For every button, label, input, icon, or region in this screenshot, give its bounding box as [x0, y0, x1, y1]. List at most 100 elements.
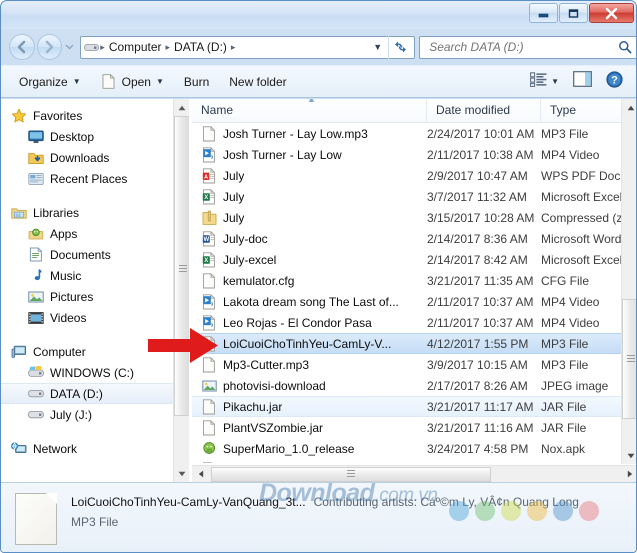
open-button[interactable]: Open ▼	[91, 69, 174, 94]
refresh-icon[interactable]	[388, 35, 412, 59]
close-button[interactable]	[589, 3, 634, 23]
file-list-scrollbar[interactable]	[621, 99, 636, 464]
table-row[interactable]: A July 2/9/2017 10:47 AM WPS PDF Docum	[192, 165, 636, 186]
hscroll-track[interactable]	[209, 466, 621, 483]
table-row[interactable]: PlantVSZombie.jar 3/21/2017 11:16 AM JAR F…	[192, 417, 636, 438]
table-row[interactable]: W July-doc 2/14/2017 8:36 AM Microsoft Word	[192, 228, 636, 249]
downloads-folder-icon	[28, 150, 44, 166]
table-row[interactable]: SuperMario_1.0_release 3/24/2017 4:58 PM N…	[192, 438, 636, 459]
svg-text:W: W	[203, 237, 209, 243]
forward-button[interactable]	[36, 34, 63, 60]
table-row[interactable]: LoiCuoiChoTinhYeu-CamLy-V... 4/12/2017 1:…	[192, 333, 636, 354]
burn-button[interactable]: Burn	[174, 69, 219, 94]
search-input[interactable]	[427, 39, 617, 55]
excel-file-icon: X	[201, 188, 217, 205]
file-name-cell: PlantVSZombie.jar	[192, 419, 427, 436]
sidebar-scroll-down-button[interactable]	[174, 465, 189, 482]
sidebar-item-july-j[interactable]: July (J:)	[1, 404, 189, 425]
column-header-type[interactable]: Type	[541, 99, 631, 122]
sidebar-item-videos[interactable]: Videos	[1, 307, 189, 328]
generic-file-icon	[201, 125, 217, 142]
date-modified-cell: 3/21/2017 11:35 AM	[427, 273, 534, 288]
breadcrumb-data-drive[interactable]: DATA (D:)	[171, 40, 230, 54]
sidebar-item-apps[interactable]: Apps	[1, 223, 189, 244]
maximize-button[interactable]	[559, 3, 588, 23]
file-rows: Josh Turner - Lay Low.mp3 2/24/2017 10:01…	[192, 123, 636, 463]
file-list-horizontal-scrollbar[interactable]	[192, 465, 636, 483]
date-modified-cell: 2/17/2017 8:26 AM	[427, 378, 528, 393]
back-button[interactable]	[9, 34, 35, 60]
new-folder-button[interactable]: New folder	[219, 69, 296, 94]
nav-group-network[interactable]: Network	[1, 438, 189, 459]
hscroll-left-button[interactable]	[192, 466, 209, 483]
nav-group-favorites[interactable]: Favorites	[1, 105, 189, 126]
organize-button[interactable]: Organize ▼	[9, 69, 91, 94]
title-bar	[1, 1, 636, 29]
nav-label: Music	[50, 268, 82, 283]
file-list-pane: Name ▲ Date modified Type Josh Turner - …	[192, 99, 636, 483]
file-scroll-down-button[interactable]	[622, 447, 636, 464]
table-row[interactable]: photovisi-download 2/17/2017 8:26 AM JPEG …	[192, 375, 636, 396]
sidebar-item-data-d[interactable]: DATA (D:)	[1, 383, 189, 404]
file-scroll-up-button[interactable]	[622, 99, 636, 116]
table-row[interactable]: Leo Rojas - El Condor Pasa 2/11/2017 10:3…	[192, 312, 636, 333]
address-bar[interactable]: ▸ Computer ▸ DATA (D:) ▸ ▼	[80, 35, 416, 59]
search-icon[interactable]	[617, 39, 633, 55]
table-row[interactable]: The Beginning - Ryan Arcand (... 2/19/201…	[192, 459, 636, 463]
column-header-date-modified[interactable]: Date modified	[427, 99, 541, 122]
file-name-cell: X July-excel	[192, 251, 427, 268]
svg-text:X: X	[204, 195, 208, 201]
sidebar-item-music[interactable]: Music	[1, 265, 189, 286]
help-button[interactable]: ?	[599, 69, 630, 94]
column-header-name[interactable]: Name ▲	[192, 99, 427, 122]
sidebar-item-recent-places[interactable]: Recent Places	[1, 168, 189, 189]
sidebar-item-pictures[interactable]: Pictures	[1, 286, 189, 307]
table-row[interactable]: Josh Turner - Lay Low 2/11/2017 10:38 AM M…	[192, 144, 636, 165]
details-pane: LoiCuoiChoTinhYeu-CamLy-VanQuang_3t... C…	[1, 482, 636, 552]
minimize-button[interactable]	[529, 3, 558, 23]
file-name-label: SuperMario_1.0_release	[223, 441, 355, 456]
chevron-down-icon[interactable]: ▼	[367, 42, 388, 52]
breadcrumb-computer[interactable]: Computer	[106, 40, 165, 54]
sidebar-scrollbar[interactable]	[173, 99, 189, 482]
sidebar-item-documents[interactable]: Documents	[1, 244, 189, 265]
sidebar-item-desktop[interactable]: Desktop	[1, 126, 189, 147]
hscroll-thumb[interactable]	[211, 466, 491, 482]
table-row[interactable]: X July-excel 2/14/2017 8:42 AM Microsoft Ex…	[192, 249, 636, 270]
sidebar-item-downloads[interactable]: Downloads	[1, 147, 189, 168]
generic-file-icon	[201, 335, 217, 352]
nav-label: WINDOWS (C:)	[50, 365, 134, 380]
table-row[interactable]: Josh Turner - Lay Low.mp3 2/24/2017 10:01…	[192, 123, 636, 144]
navigation-tree: Favorites Desktop Downloads Recent Place…	[1, 99, 189, 459]
hscroll-right-button[interactable]	[621, 466, 636, 483]
drive-icon	[28, 407, 44, 423]
preview-pane-button[interactable]	[566, 69, 599, 94]
change-view-button[interactable]: ▼	[523, 69, 566, 94]
date-modified-cell: 2/14/2017 8:42 AM	[427, 252, 528, 267]
sidebar-scroll-up-button[interactable]	[174, 99, 189, 116]
details-artists-label: Contributing artists:	[313, 495, 417, 509]
nav-group-computer[interactable]: Computer	[1, 341, 189, 362]
sidebar-scroll-thumb[interactable]	[174, 116, 189, 416]
file-type-cell: WPS PDF Docum	[541, 168, 631, 183]
table-row[interactable]: Pikachu.jar 3/21/2017 11:17 AM JAR File	[192, 396, 636, 417]
command-toolbar: Organize ▼ Open ▼ Burn New folder ▼ ?	[1, 65, 636, 98]
table-row[interactable]: Mp3-Cutter.mp3 3/9/2017 10:15 AM MP3 File	[192, 354, 636, 375]
table-row[interactable]: X July 3/7/2017 11:32 AM Microsoft Excel	[192, 186, 636, 207]
history-dropdown-button[interactable]	[65, 38, 74, 56]
nav-group-libraries[interactable]: Libraries	[1, 202, 189, 223]
sort-ascending-icon: ▲	[307, 99, 316, 104]
file-scroll-thumb[interactable]	[622, 299, 636, 419]
table-row[interactable]: July 3/15/2017 10:28 AM Compressed (zi	[192, 207, 636, 228]
table-row[interactable]: Lakota dream song The Last of... 2/11/201…	[192, 291, 636, 312]
search-box[interactable]	[419, 35, 636, 59]
video-file-icon	[201, 314, 217, 331]
table-row[interactable]: kemulator.cfg 3/21/2017 11:35 AM CFG File	[192, 270, 636, 291]
sidebar-item-windows-c[interactable]: WINDOWS (C:)	[1, 362, 189, 383]
recent-places-icon	[28, 171, 44, 187]
date-modified-cell: 2/24/2017 10:01 AM	[427, 126, 535, 141]
breadcrumb-separator-2[interactable]: ▸	[230, 42, 237, 53]
date-modified-cell: 2/11/2017 10:37 AM	[427, 315, 534, 330]
